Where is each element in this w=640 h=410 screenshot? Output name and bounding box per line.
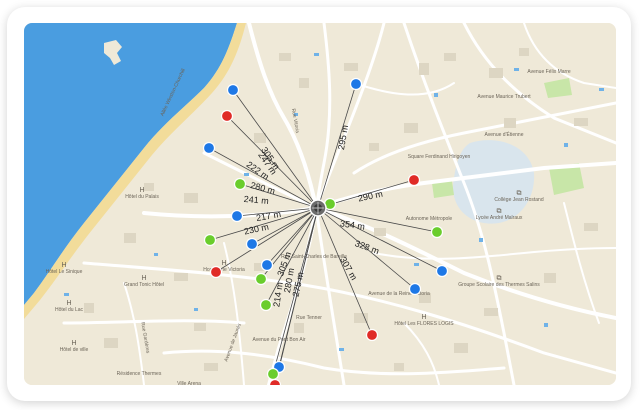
location-marker-available[interactable] bbox=[230, 209, 244, 223]
hotel-icon: H bbox=[421, 314, 426, 321]
place-label-text: Hostellerie Victoria bbox=[203, 267, 245, 273]
location-marker-active[interactable] bbox=[430, 225, 444, 239]
location-marker-taken[interactable] bbox=[365, 328, 379, 342]
place-label: Rue Tenner bbox=[296, 315, 322, 321]
location-marker-active[interactable] bbox=[203, 233, 217, 247]
hotel-icon: H bbox=[139, 187, 144, 194]
hotel-icon: H bbox=[141, 275, 146, 282]
location-marker-available[interactable] bbox=[435, 264, 449, 278]
location-marker-taken[interactable] bbox=[268, 378, 282, 386]
place-label-text: Grand Tonic Hôtel bbox=[124, 282, 164, 288]
location-marker-available[interactable] bbox=[245, 237, 259, 251]
place-label-text: Avenue Maurice Trubert bbox=[477, 94, 531, 100]
school-icon: ⧉ bbox=[497, 208, 502, 215]
location-marker-available[interactable] bbox=[202, 141, 216, 155]
place-label-text: Avenue de la Reine Victoria bbox=[368, 291, 430, 297]
place-label-text: Collège Jean Rostand bbox=[494, 197, 543, 203]
place-label-text: Autonome Métropole bbox=[406, 216, 453, 222]
place-label-text: Hôtel du Palais bbox=[125, 194, 159, 200]
place-label: Avenue Félix Marre bbox=[527, 69, 570, 75]
location-marker-active[interactable] bbox=[233, 177, 247, 191]
location-marker-active[interactable] bbox=[254, 272, 268, 286]
school-icon: ⧉ bbox=[497, 275, 502, 282]
location-marker-active[interactable] bbox=[266, 367, 280, 381]
location-marker-taken[interactable] bbox=[220, 109, 234, 123]
place-label: Avenue Maurice Trubert bbox=[477, 94, 531, 100]
place-label-text: Rue Tenner bbox=[296, 315, 322, 321]
place-label-text: Avenue du Pont Bon Air bbox=[252, 337, 305, 343]
hotel-icon: H bbox=[71, 340, 76, 347]
location-marker-taken[interactable] bbox=[407, 173, 421, 187]
place-label: Résidence Thermes bbox=[117, 371, 162, 377]
hub-icon[interactable] bbox=[309, 199, 327, 217]
place-label-text: Résidence Thermes bbox=[117, 371, 162, 377]
place-label-text: Hôtel Le Sinique bbox=[46, 269, 83, 275]
place-label-text: Avenue d'Étienne bbox=[485, 131, 524, 138]
hotel-icon: H bbox=[61, 262, 66, 269]
place-label-text: Hôtel de ville bbox=[60, 347, 89, 353]
place-label-text: Square Ferdinand Hirigoyen bbox=[408, 154, 471, 160]
school-icon: ⧉ bbox=[517, 190, 522, 197]
map-view[interactable]: Allée Winston-Churchill Avenue Maurice Tr… bbox=[24, 23, 616, 385]
place-label-text: Hôtel du Lac bbox=[55, 307, 84, 313]
location-marker-available[interactable] bbox=[226, 83, 240, 97]
map-canvas[interactable]: Allée Winston-Churchill Avenue Maurice Tr… bbox=[24, 23, 616, 385]
location-marker-available[interactable] bbox=[260, 258, 274, 272]
place-label-text: Groupe Scolaire des Thermes Salins bbox=[458, 282, 540, 288]
place-label-text: Hôtel Les FLORES LOGIS bbox=[394, 321, 454, 327]
location-marker-available[interactable] bbox=[408, 282, 422, 296]
hotel-icon: H bbox=[66, 300, 71, 307]
place-label: Avenue d'Étienne bbox=[485, 131, 524, 138]
place-label: Square Ferdinand Hirigoyen bbox=[408, 154, 471, 160]
location-marker-available[interactable] bbox=[349, 77, 363, 91]
location-marker-active[interactable] bbox=[259, 298, 273, 312]
place-label-text: Avenue Félix Marre bbox=[527, 69, 570, 75]
place-label: Ville Arena bbox=[177, 381, 201, 385]
place-label: Autonome Métropole bbox=[406, 216, 453, 222]
place-label-text: Ville Arena bbox=[177, 381, 201, 385]
place-label: Avenue du Pont Bon Air bbox=[252, 337, 305, 343]
place-label: Avenue de la Reine Victoria bbox=[368, 291, 430, 297]
location-marker-taken[interactable] bbox=[209, 265, 223, 279]
place-label-text: Lycée André Malraux bbox=[476, 215, 523, 221]
